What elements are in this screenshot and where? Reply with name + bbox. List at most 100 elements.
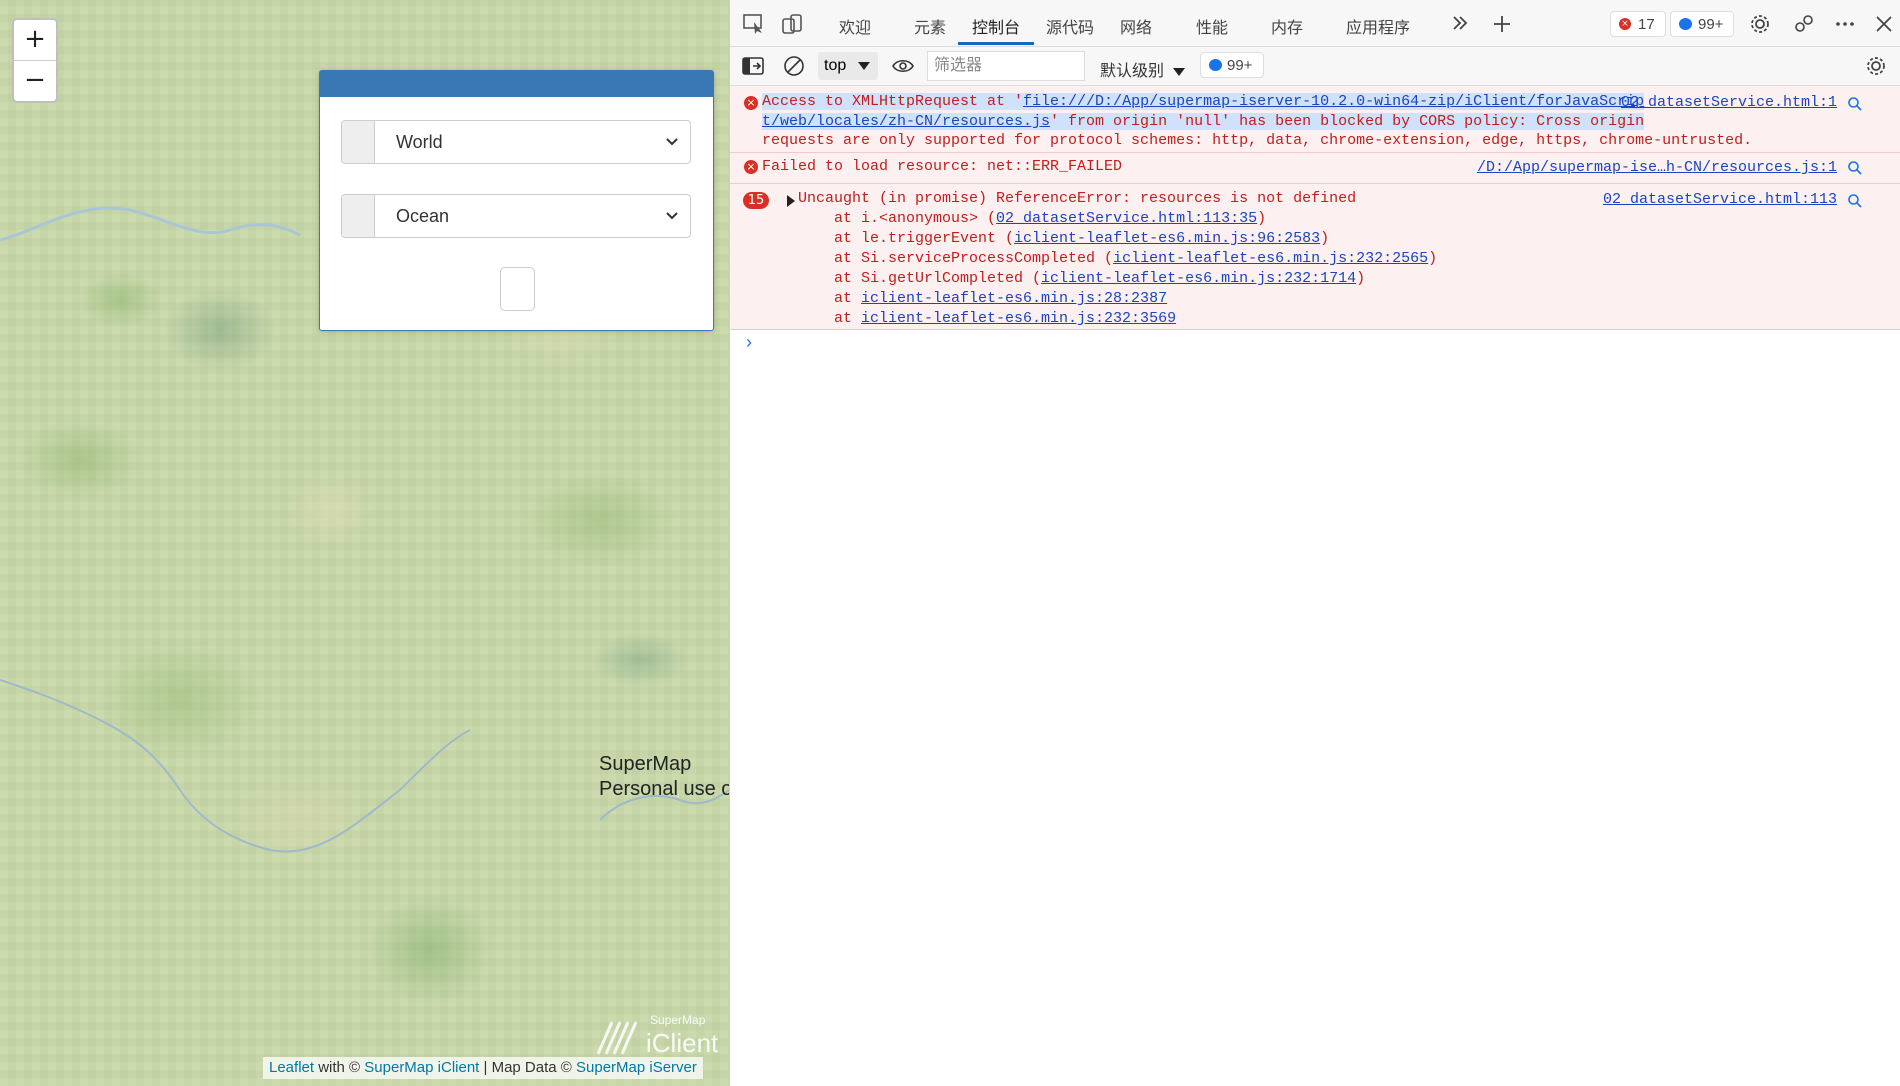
stack-prefix: at Si.serviceProcessCompleted ( (798, 250, 1114, 267)
stack-link[interactable]: iclient-leaflet-es6.min.js:232:2565 (1113, 250, 1428, 267)
chevron-down-icon (666, 212, 678, 220)
stack-suffix: ) (1356, 270, 1366, 287)
tab-elements[interactable]: 元素 (914, 14, 946, 38)
watermark-line-2: Personal use o (599, 778, 729, 800)
stack-frame: at Si.serviceProcessCompleted (iclient-l… (798, 249, 1437, 269)
stack-prefix: at Si.getUrlCompleted ( (798, 270, 1042, 287)
stack-link[interactable]: iclient-leaflet-es6.min.js:232:3569 (861, 310, 1176, 327)
stack-frame: at Si.getUrlCompleted (iclient-leaflet-e… (798, 269, 1365, 289)
uncaught-text: Uncaught (in promise) ReferenceError: re… (798, 190, 1357, 207)
attribution-with: with © (314, 1059, 365, 1076)
search-icon[interactable] (1847, 193, 1863, 209)
stack-frame: at le.triggerEvent (iclient-leaflet-es6.… (798, 229, 1329, 249)
stack-suffix: ) (1428, 250, 1438, 267)
search-icon[interactable] (1847, 96, 1863, 112)
stack-link[interactable]: iclient-leaflet-es6.min.js:96:2583 (1014, 230, 1320, 247)
cors-url-link-1[interactable]: file:///D:/App/supermap-iserver-10.2.0-w… (1023, 93, 1645, 110)
toolbar-message-count: 99+ (1227, 57, 1253, 74)
device-emulation-icon[interactable] (781, 13, 805, 35)
query-panel: World Ocean (319, 70, 714, 331)
map-attribution: Leaflet with © SuperMap iClient | Map Da… (263, 1057, 703, 1079)
layer-select-value: Ocean (396, 206, 450, 226)
tab-memory[interactable]: 内存 (1271, 14, 1303, 38)
stack-prefix: at (798, 310, 862, 327)
console-settings-gear-icon[interactable] (1865, 55, 1887, 77)
context-selector[interactable]: top (818, 52, 878, 80)
select-addon (342, 121, 375, 163)
tab-performance[interactable]: 性能 (1196, 14, 1228, 38)
layer-select[interactable]: Ocean (341, 194, 691, 238)
log-level-selector[interactable]: 默认级别 (1100, 57, 1185, 81)
toolbar-message-badge[interactable]: 99+ (1200, 52, 1264, 78)
failed-source-link[interactable]: /D:/App/supermap-ise…h-CN/resources.js:1 (1477, 159, 1837, 176)
stack-suffix: ) (1320, 230, 1330, 247)
caret-down-icon (1172, 68, 1185, 76)
cors-line-3: requests are only supported for protocol… (762, 132, 1753, 149)
message-icon (1209, 59, 1222, 71)
tab-welcome[interactable]: 欢迎 (839, 14, 871, 38)
message-icon (1679, 18, 1692, 30)
console-message-cors: × Access to XMLHttpRequest at 'file:///D… (730, 86, 1900, 153)
failed-text: Failed to load resource: net::ERR_FAILED (762, 158, 1123, 175)
message-count-badge[interactable]: 99+ (1670, 11, 1734, 37)
attribution-separator: | Map Data © (479, 1059, 576, 1076)
stack-prefix: at (798, 290, 862, 307)
devtools-panel: 欢迎 元素 控制台 源代码 网络 性能 内存 应用程序 × 17 99+ top (729, 0, 1900, 1086)
stack-prefix: at i.<anonymous> ( (798, 210, 997, 227)
dataset-select-value: World (396, 132, 443, 152)
context-value: top (824, 57, 847, 74)
caret-down-icon (858, 62, 870, 70)
tab-application[interactable]: 应用程序 (1346, 14, 1410, 38)
more-options-icon[interactable] (1834, 13, 1856, 35)
cors-line-2: t/web/locales/zh-CN/resources.js' from o… (762, 112, 1645, 132)
search-icon[interactable] (1847, 160, 1863, 176)
console-message-uncaught: 15 Uncaught (in promise) ReferenceError:… (730, 184, 1900, 330)
error-count-badge[interactable]: × 17 (1610, 11, 1666, 37)
logo-top-text: SuperMap (650, 1013, 706, 1027)
leaflet-link[interactable]: Leaflet (269, 1059, 314, 1076)
console-toolbar: top 筛选器 默认级别 99+ (730, 47, 1900, 86)
iclient-link[interactable]: SuperMap iClient (364, 1059, 479, 1076)
gear-icon[interactable] (1749, 13, 1771, 35)
expand-triangle-icon[interactable] (786, 195, 796, 207)
map-view[interactable]: + − World Ocean SuperMap Personal use o (0, 0, 729, 1086)
console-prompt[interactable]: › (746, 332, 752, 353)
sidebar-toggle-icon[interactable] (742, 56, 764, 76)
panel-header (320, 71, 713, 97)
query-button[interactable] (500, 267, 535, 311)
stack-link[interactable]: iclient-leaflet-es6.min.js:232:1714 (1041, 270, 1356, 287)
stack-frame: at iclient-leaflet-es6.min.js:232:3569 (798, 309, 1176, 329)
inspect-element-icon[interactable] (742, 13, 766, 35)
customize-icon[interactable] (1793, 13, 1815, 35)
eye-icon[interactable] (891, 56, 915, 76)
cors-source-link[interactable]: 02_datasetService.html:1 (1621, 94, 1837, 111)
tab-console[interactable]: 控制台 (972, 14, 1020, 38)
error-count: 17 (1638, 16, 1655, 33)
close-icon[interactable] (1874, 14, 1894, 34)
more-tabs-icon[interactable] (1451, 14, 1469, 32)
stack-frame: at iclient-leaflet-es6.min.js:28:2387 (798, 289, 1167, 309)
stack-link[interactable]: 02_datasetService.html:113:35 (996, 210, 1257, 227)
log-level-value: 默认级别 (1100, 63, 1165, 80)
zoom-in-button[interactable]: + (14, 20, 56, 61)
stack-link[interactable]: iclient-leaflet-es6.min.js:28:2387 (861, 290, 1167, 307)
zoom-out-button[interactable]: − (14, 61, 56, 101)
error-icon: × (744, 160, 758, 174)
tab-sources[interactable]: 源代码 (1046, 14, 1094, 38)
watermark-line-1: SuperMap (599, 753, 692, 775)
add-tab-icon[interactable] (1492, 14, 1512, 34)
tab-network[interactable]: 网络 (1120, 14, 1152, 38)
iserver-link[interactable]: SuperMap iServer (576, 1059, 697, 1076)
map-watermark: SuperMap Personal use o (599, 752, 729, 802)
clear-console-icon[interactable] (783, 55, 805, 77)
zoom-control: + − (12, 18, 58, 103)
cors-line-1: Access to XMLHttpRequest at 'file:///D:/… (762, 92, 1645, 112)
active-tab-indicator (958, 42, 1034, 45)
error-icon: × (744, 96, 758, 110)
stack-prefix: at le.triggerEvent ( (798, 230, 1015, 247)
devtools-tabbar: 欢迎 元素 控制台 源代码 网络 性能 内存 应用程序 × 17 99+ (730, 0, 1900, 47)
cors-url-link-2[interactable]: t/web/locales/zh-CN/resources.js (762, 113, 1051, 130)
filter-input[interactable]: 筛选器 (927, 51, 1085, 81)
uncaught-source-link[interactable]: 02_datasetService.html:113 (1603, 191, 1837, 208)
dataset-select[interactable]: World (341, 120, 691, 164)
